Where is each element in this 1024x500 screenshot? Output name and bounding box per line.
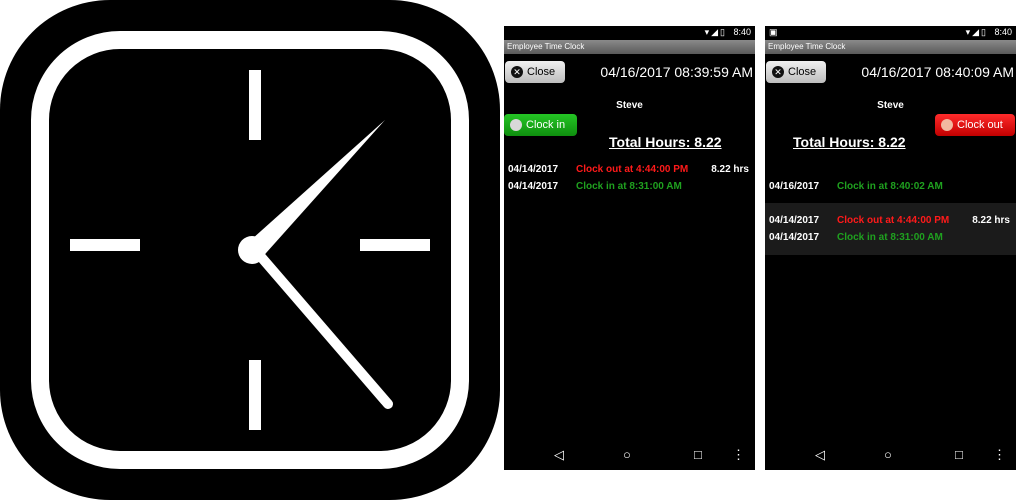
home-icon[interactable]: ○ <box>623 447 631 462</box>
entry-event: Clock out at 4:44:00 PM <box>837 215 950 226</box>
app-title-bar: Employee Time Clock <box>504 40 755 54</box>
clock-out-button[interactable]: Clock out <box>935 114 1015 136</box>
clock-icon <box>941 119 953 131</box>
entry-date: 04/14/2017 <box>508 164 559 175</box>
time-entry-row[interactable]: 04/16/2017 Clock in at 8:40:02 AM <box>765 178 1016 195</box>
time-entries-list: 04/14/2017 Clock out at 4:44:00 PM 8.22 … <box>504 161 755 195</box>
clock-in-label: Clock in <box>526 119 566 131</box>
android-nav-bar: ◁ ○ □ ⋮ <box>765 440 1016 470</box>
entry-date: 04/14/2017 <box>769 232 820 243</box>
total-hours: Total Hours: 8.22 <box>609 134 722 150</box>
home-icon[interactable]: ○ <box>884 447 892 462</box>
entry-hours: 8.22 hrs <box>972 215 1010 226</box>
close-icon: ✕ <box>772 66 784 78</box>
recents-icon[interactable]: □ <box>955 447 963 462</box>
entry-date: 04/16/2017 <box>769 181 820 192</box>
recents-icon[interactable]: □ <box>694 447 702 462</box>
entry-hours: 8.22 hrs <box>711 164 749 175</box>
status-icons: ▾◢▯ <box>704 27 727 37</box>
back-icon[interactable]: ◁ <box>815 447 825 463</box>
total-hours: Total Hours: 8.22 <box>793 134 906 150</box>
time-entry-row[interactable]: 04/14/2017 Clock in at 8:31:00 AM <box>765 229 1016 246</box>
clock-out-label: Clock out <box>957 119 1003 131</box>
time-entry-row[interactable]: 04/14/2017 Clock out at 4:44:00 PM 8.22 … <box>765 212 1016 229</box>
close-button[interactable]: ✕ Close <box>505 61 565 83</box>
time-entry-row[interactable]: 04/14/2017 Clock in at 8:31:00 AM <box>504 178 755 195</box>
employee-name: Steve <box>877 100 904 111</box>
time-entry-row[interactable]: 04/14/2017 Clock out at 4:44:00 PM 8.22 … <box>504 161 755 178</box>
entry-event: Clock in at 8:31:00 AM <box>576 181 682 192</box>
close-button-label: Close <box>527 66 556 78</box>
current-datetime: 04/16/2017 08:39:59 AM <box>600 64 753 80</box>
entry-date: 04/14/2017 <box>508 181 559 192</box>
overflow-menu-icon[interactable]: ⋮ <box>993 447 1006 463</box>
back-icon[interactable]: ◁ <box>554 447 564 463</box>
status-icons: ▾◢▯ <box>965 27 988 37</box>
time-entries-group: 04/14/2017 Clock out at 4:44:00 PM 8.22 … <box>765 203 1016 255</box>
current-datetime: 04/16/2017 08:40:09 AM <box>861 64 1014 80</box>
overflow-menu-icon[interactable]: ⋮ <box>732 447 745 463</box>
image-notification-icon: ▣ <box>769 27 778 37</box>
status-time: 8:40 <box>733 27 751 37</box>
clock-logo-icon <box>0 0 500 500</box>
app-title-bar: Employee Time Clock <box>765 40 1016 54</box>
status-time: 8:40 <box>994 27 1012 37</box>
close-button[interactable]: ✕ Close <box>766 61 826 83</box>
employee-name: Steve <box>616 100 643 111</box>
clock-icon <box>510 119 522 131</box>
android-nav-bar: ◁ ○ □ ⋮ <box>504 440 755 470</box>
entry-event: Clock in at 8:40:02 AM <box>837 181 943 192</box>
entry-event: Clock in at 8:31:00 AM <box>837 232 943 243</box>
phone-screen-clocked-out: ▾◢▯ 8:40 Employee Time Clock ✕ Close 04/… <box>504 26 755 470</box>
status-bar: ▾◢▯ 8:40 <box>504 26 755 40</box>
phone-screen-clocked-in: ▣ ▾◢▯ 8:40 Employee Time Clock ✕ Close 0… <box>765 26 1016 470</box>
status-bar: ▣ ▾◢▯ 8:40 <box>765 26 1016 40</box>
close-button-label: Close <box>788 66 817 78</box>
clock-in-button[interactable]: Clock in <box>504 114 577 136</box>
entry-event: Clock out at 4:44:00 PM <box>576 164 689 175</box>
time-entries-list: 04/16/2017 Clock in at 8:40:02 AM <box>765 178 1016 195</box>
close-icon: ✕ <box>511 66 523 78</box>
entry-date: 04/14/2017 <box>769 215 820 226</box>
